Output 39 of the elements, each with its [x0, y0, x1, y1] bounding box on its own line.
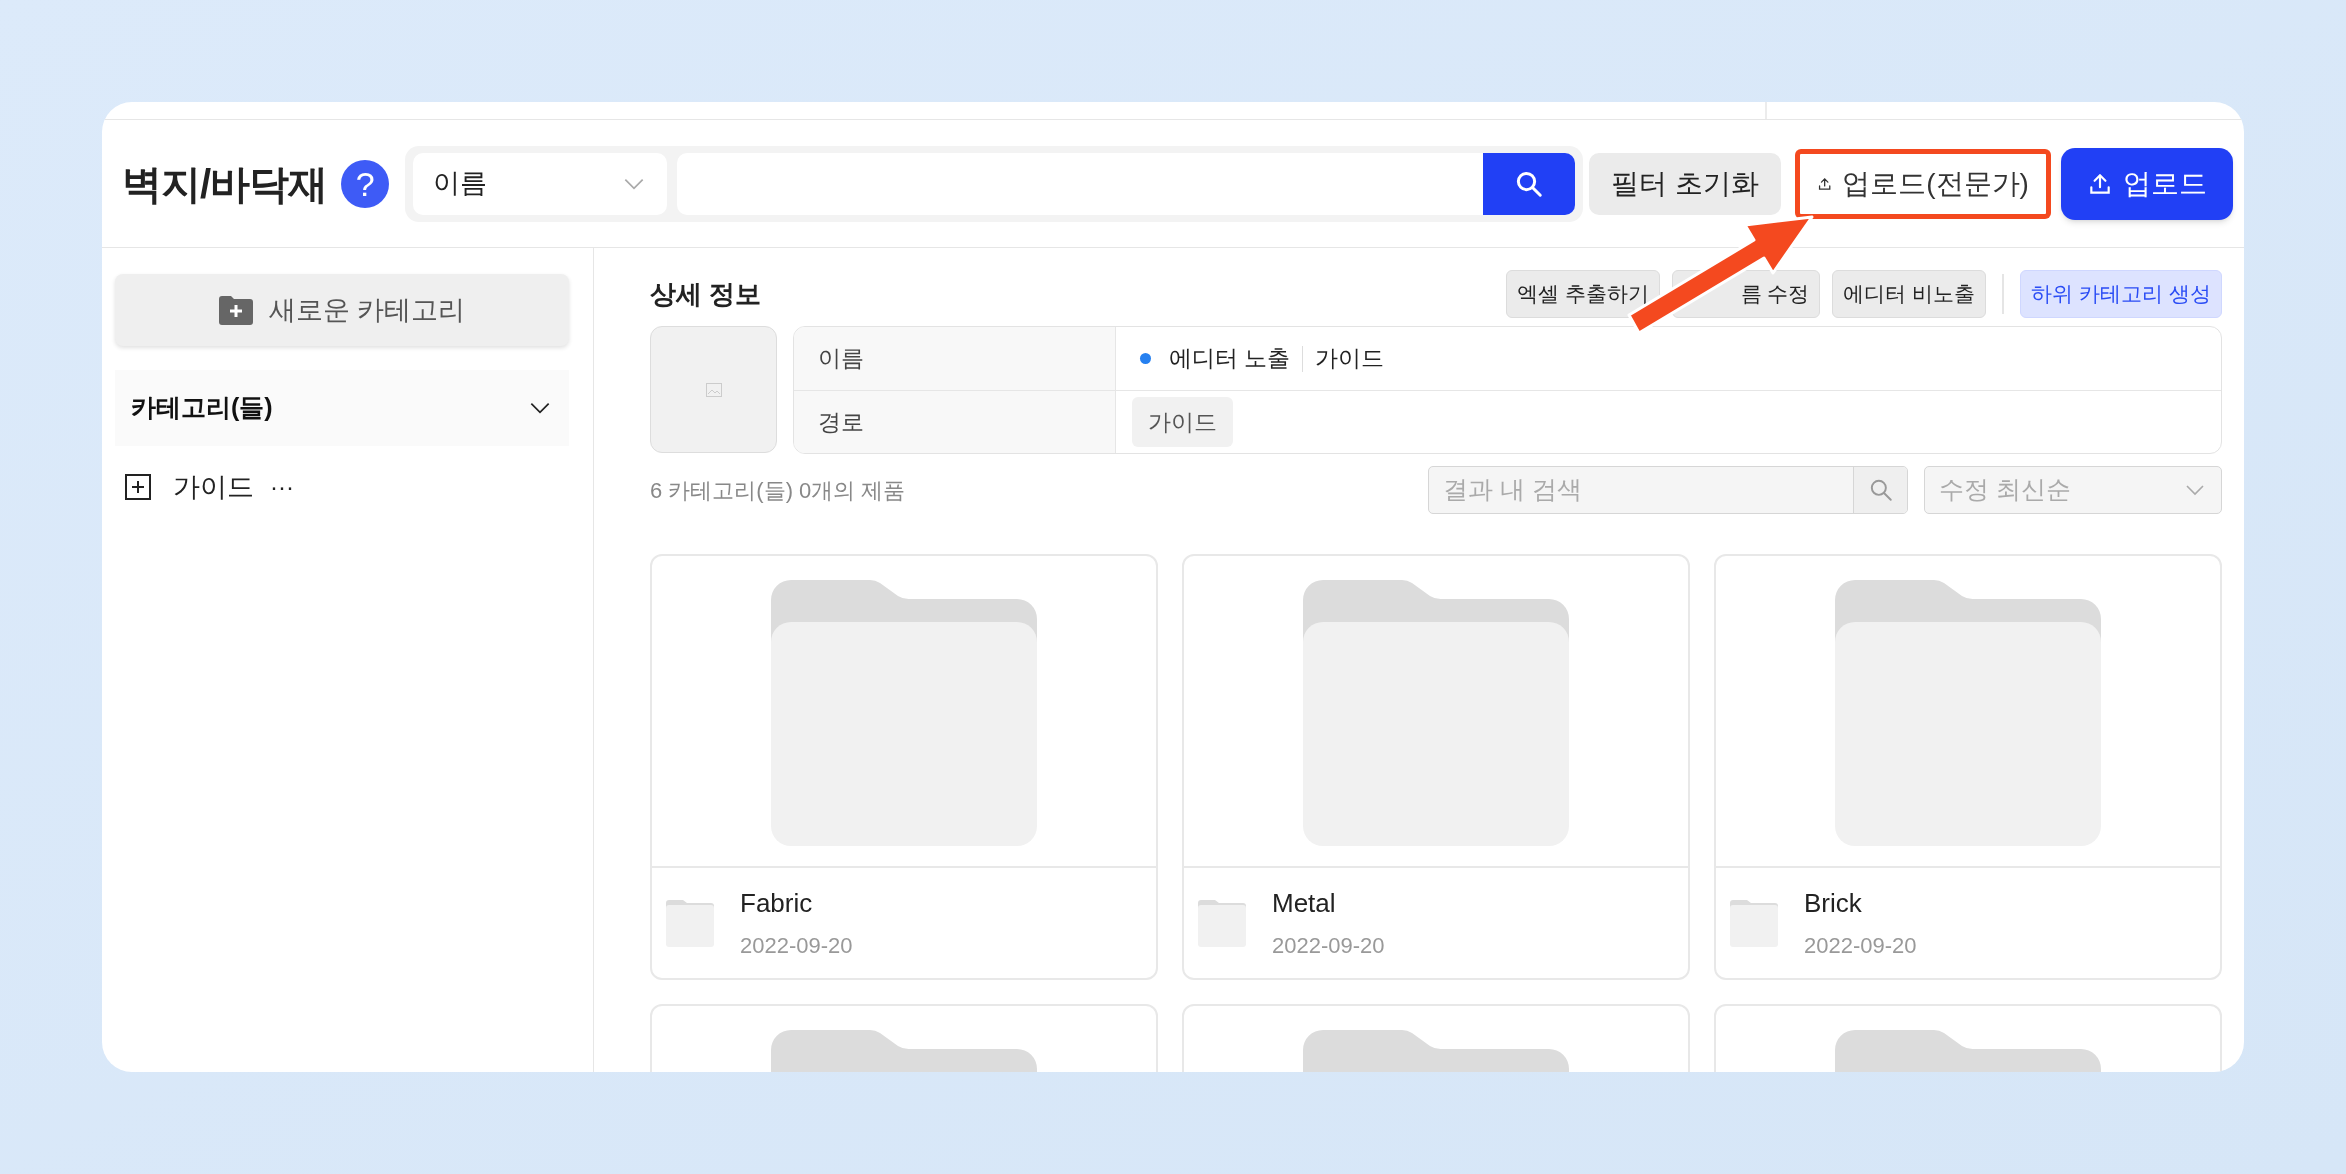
search-input[interactable] — [677, 152, 1484, 215]
folder-icon — [1730, 899, 1778, 947]
folder-date: 2022-09-20 — [1272, 932, 1385, 960]
help-button[interactable]: ? — [341, 159, 390, 208]
page-title: 벽지/바닥재 — [122, 160, 328, 208]
action-button[interactable]: 엑셀 추출하기 — [1505, 270, 1660, 318]
row-label: 이름 — [794, 327, 1116, 390]
results-search-input[interactable]: 결과 내 검색 — [1429, 467, 1853, 513]
row-label: 경로 — [794, 391, 1116, 453]
folder-icon — [666, 899, 714, 947]
upload-button[interactable]: 업로드 — [2060, 147, 2233, 220]
reset-filter-button[interactable]: 필터 초기화 — [1589, 152, 1781, 215]
folder-date: 2022-09-20 — [1804, 932, 1917, 960]
image-icon — [705, 382, 722, 397]
folder-date: 2022-09-20 — [740, 932, 853, 960]
expert-upload-button[interactable]: 업로드(전문가) — [1794, 148, 2051, 219]
section-title: 상세 정보 — [650, 277, 762, 311]
results-search-field[interactable]: 결과 내 검색 — [1428, 466, 1908, 514]
folder-card[interactable]: Metal 2022-09-20 — [1182, 554, 1690, 980]
folder-card[interactable]: Fabric 2022-09-20 — [650, 554, 1158, 980]
folder-name: Brick — [1804, 887, 1863, 920]
search-button[interactable] — [1483, 152, 1576, 215]
create-subcategory-button[interactable]: 하위 카테고리 생성 — [2020, 270, 2222, 318]
path-chip[interactable]: 가이드 — [1132, 396, 1233, 448]
field-select[interactable]: 이름 — [413, 152, 668, 215]
folder-icon — [1198, 899, 1246, 947]
status-label: 에디터 노출 — [1169, 344, 1291, 374]
new-category-button[interactable]: 새로운 카테고리 — [115, 274, 569, 346]
category-section-header[interactable]: 카테고리(들) — [115, 370, 569, 446]
tree-item-label[interactable]: 가이드 — [173, 466, 254, 508]
folder-card[interactable]: Brick 2022-09-20 — [1714, 554, 2222, 980]
more-button[interactable]: ··· — [270, 469, 294, 505]
name-value: 가이드 — [1315, 344, 1385, 374]
folder-plus-icon — [218, 295, 253, 325]
expand-icon[interactable] — [125, 474, 151, 500]
action-button[interactable]: 에디터 비노출 — [1832, 270, 1987, 318]
folder-name: Metal — [1272, 887, 1337, 920]
result-count: 6 카테고리(들) 0개의 제품 — [650, 476, 906, 505]
folder-name: Fabric — [740, 887, 814, 920]
